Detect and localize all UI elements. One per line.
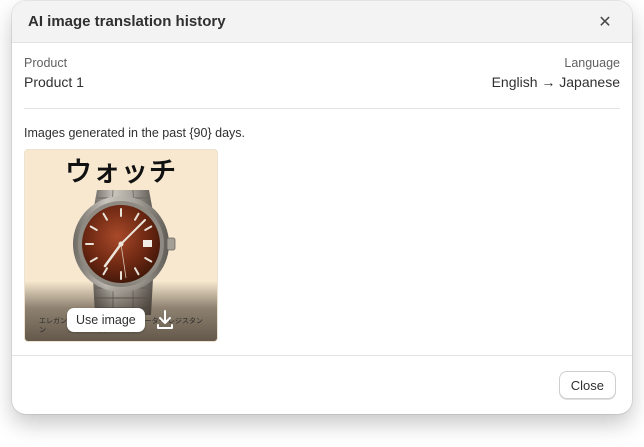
info-row: Product Product 1 Language English → Jap… xyxy=(24,56,620,90)
divider xyxy=(24,108,620,109)
download-icon[interactable] xyxy=(155,309,175,331)
generated-image-thumbnail: ウォッチ エレガント デザイン ステンレス ウォーター レジスタント Use i… xyxy=(24,149,218,342)
gallery-caption: Images generated in the past {90} days. xyxy=(24,126,245,140)
footer-divider xyxy=(12,355,632,356)
product-label: Product xyxy=(24,56,68,70)
product-value: Product 1 xyxy=(24,74,84,90)
language-info: Language English → Japanese xyxy=(492,56,620,90)
close-button[interactable]: Close xyxy=(558,371,616,399)
translation-history-dialog: AI image translation history ✕ Product P… xyxy=(12,1,632,414)
dialog-header: AI image translation history ✕ xyxy=(12,1,632,43)
use-image-button[interactable]: Use image xyxy=(67,308,145,332)
close-icon[interactable]: ✕ xyxy=(594,11,616,33)
dialog-title: AI image translation history xyxy=(28,13,226,30)
image-title-text: ウォッチ xyxy=(65,157,177,188)
language-value: English → Japanese xyxy=(491,74,620,90)
language-label: Language xyxy=(564,56,620,70)
product-info: Product Product 1 xyxy=(24,56,84,90)
